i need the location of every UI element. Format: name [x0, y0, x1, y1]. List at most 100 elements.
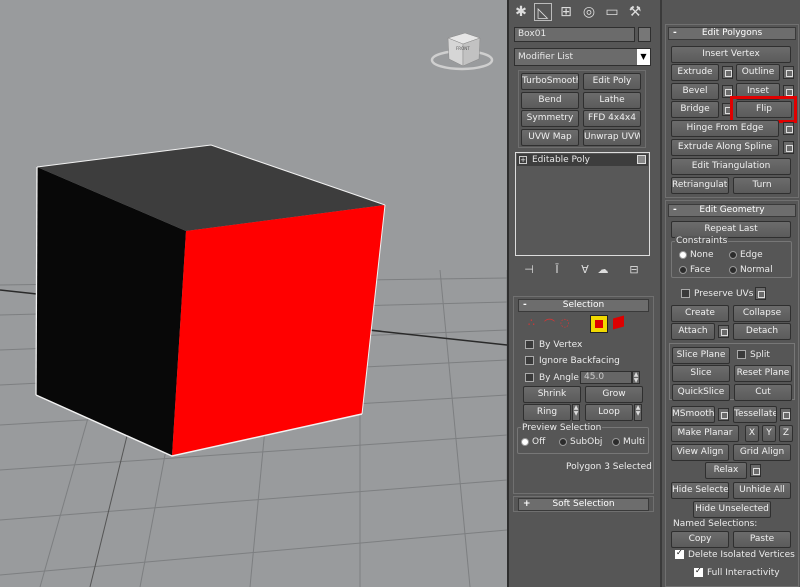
hinge-from-edge-button[interactable]: Hinge From Edge [671, 120, 779, 137]
make-planar-button[interactable]: Make Planar [671, 425, 739, 442]
outline-button[interactable]: Outline [736, 64, 780, 81]
motion-tab-icon[interactable]: ◎ [580, 3, 598, 21]
stack-toggle-icon[interactable] [637, 155, 646, 164]
utilities-tab-icon[interactable]: ⚒ [626, 3, 644, 21]
preview-subobj-radio[interactable] [559, 438, 567, 446]
tessellate-button[interactable]: Tessellate [733, 406, 777, 423]
extrude-along-spline-button[interactable]: Extrude Along Spline [671, 139, 779, 156]
polygon-mode-button[interactable] [590, 315, 608, 333]
hinge-settings-icon[interactable] [783, 122, 794, 135]
relax-button[interactable]: Relax [705, 462, 747, 479]
grow-button[interactable]: Grow [585, 386, 643, 403]
planar-z-button[interactable]: Z [779, 425, 793, 442]
collapse-button[interactable]: Collapse [733, 305, 791, 322]
extrude-button[interactable]: Extrude [671, 64, 719, 81]
constraint-face-radio[interactable] [679, 266, 687, 274]
lathe-button[interactable]: Lathe [583, 92, 641, 109]
constraint-edge-radio[interactable] [729, 251, 737, 259]
bend-button[interactable]: Bend [521, 92, 579, 109]
constraint-none-radio[interactable] [679, 251, 687, 259]
hierarchy-tab-icon[interactable]: ⊞ [557, 3, 575, 21]
unhide-all-button[interactable]: Unhide All [733, 482, 791, 499]
configure-sets-icon[interactable]: ⊟ [626, 262, 642, 277]
reset-plane-button[interactable]: Reset Plane [734, 365, 792, 382]
attach-button[interactable]: Attach [671, 323, 715, 340]
hide-selected-button[interactable]: Hide Selected [671, 482, 729, 499]
edit-polygons-rollout-header[interactable]: - Edit Polygons [668, 27, 796, 40]
preview-multi-radio[interactable] [612, 438, 620, 446]
shrink-button[interactable]: Shrink [523, 386, 581, 403]
planar-y-button[interactable]: Y [762, 425, 776, 442]
chevron-down-icon: ▼ [637, 49, 650, 65]
border-mode-icon[interactable]: ◌ [560, 316, 570, 329]
planar-x-button[interactable]: X [745, 425, 759, 442]
modifier-list-dropdown[interactable]: Modifier List ▼ [514, 48, 651, 66]
object-color-swatch[interactable] [638, 27, 651, 42]
ffd-button[interactable]: FFD 4x4x4 [583, 110, 641, 127]
msmooth-settings-icon[interactable] [718, 408, 729, 421]
grid-align-button[interactable]: Grid Align [733, 444, 791, 461]
insert-vertex-button[interactable]: Insert Vertex [671, 46, 791, 63]
soft-selection-rollout-header[interactable]: + Soft Selection [518, 498, 649, 511]
loop-button[interactable]: Loop [585, 404, 633, 421]
edge-mode-icon[interactable]: ⌒ [544, 316, 555, 332]
paste-button[interactable]: Paste [733, 531, 791, 548]
preserve-uvs-checkbox[interactable] [681, 289, 690, 298]
modifier-stack[interactable]: + Editable Poly [515, 152, 650, 256]
retriangulate-button[interactable]: Retriangulate [671, 177, 729, 194]
turn-button[interactable]: Turn [733, 177, 791, 194]
by-vertex-checkbox[interactable] [525, 340, 534, 349]
loop-spinner[interactable]: ▲ ▼ [634, 404, 642, 421]
angle-input[interactable]: 45.0 [580, 371, 632, 384]
split-checkbox[interactable] [737, 350, 746, 359]
stack-item-editable-poly[interactable]: + Editable Poly [517, 154, 648, 166]
remove-modifier-icon[interactable]: ☁ [595, 262, 611, 277]
view-align-button[interactable]: View Align [671, 444, 729, 461]
bevel-button[interactable]: Bevel [671, 83, 719, 100]
turbosmooth-button[interactable]: TurboSmooth [521, 73, 579, 90]
preview-off-radio[interactable] [521, 438, 529, 446]
angle-spinner[interactable]: ▲ ▼ [632, 371, 640, 384]
extrude-settings-icon[interactable] [722, 66, 733, 79]
copy-button[interactable]: Copy [671, 531, 729, 548]
symmetry-button[interactable]: Symmetry [521, 110, 579, 127]
perspective-viewport[interactable]: FRONT [0, 0, 507, 587]
selection-rollout-header[interactable]: - Selection [518, 299, 649, 312]
preserve-uvs-settings-icon[interactable] [755, 287, 766, 300]
ring-button[interactable]: Ring [523, 404, 571, 421]
attach-settings-icon[interactable] [718, 325, 729, 338]
uvw-map-button[interactable]: UVW Map [521, 129, 579, 146]
display-tab-icon[interactable]: ▭ [603, 3, 621, 21]
edit-triangulation-button[interactable]: Edit Triangulation [671, 158, 791, 175]
delete-isolated-vertices-checkbox[interactable] [675, 548, 684, 559]
extrude-spline-settings-icon[interactable] [783, 141, 794, 154]
hide-unselected-button[interactable]: Hide Unselected [693, 501, 771, 518]
relax-settings-icon[interactable] [750, 464, 761, 477]
create-button[interactable]: Create [671, 305, 729, 322]
by-angle-checkbox[interactable] [525, 373, 534, 382]
create-tab-icon[interactable]: ✱ [512, 3, 530, 21]
edit-poly-button[interactable]: Edit Poly [583, 73, 641, 90]
show-end-result-icon[interactable]: Ī [549, 262, 565, 277]
expand-icon[interactable]: + [519, 156, 527, 164]
edit-geometry-rollout-header[interactable]: - Edit Geometry [668, 204, 796, 217]
pin-stack-icon[interactable]: ⊣ [521, 262, 537, 277]
detach-button[interactable]: Detach [733, 323, 791, 340]
ignore-backfacing-checkbox[interactable] [525, 356, 534, 365]
cut-button[interactable]: Cut [734, 384, 792, 401]
make-unique-icon[interactable]: ∀ [577, 262, 593, 277]
unwrap-uvw-button[interactable]: Unwrap UVW [583, 129, 641, 146]
slice-button[interactable]: Slice [672, 365, 730, 382]
quickslice-button[interactable]: QuickSlice [672, 384, 730, 401]
object-name-field[interactable]: Box01 [514, 27, 635, 42]
tessellate-settings-icon[interactable] [780, 408, 791, 421]
constraint-normal-radio[interactable] [729, 266, 737, 274]
full-interactivity-checkbox[interactable] [694, 566, 703, 577]
bridge-button[interactable]: Bridge [671, 101, 719, 118]
slice-plane-button[interactable]: Slice Plane [672, 347, 730, 364]
modify-tab-icon[interactable]: ◺ [534, 3, 552, 21]
outline-settings-icon[interactable] [783, 66, 794, 79]
vertex-mode-icon[interactable]: ∴ [528, 316, 535, 329]
ring-spinner[interactable]: ▲ ▼ [572, 404, 580, 421]
msmooth-button[interactable]: MSmooth [671, 406, 715, 423]
